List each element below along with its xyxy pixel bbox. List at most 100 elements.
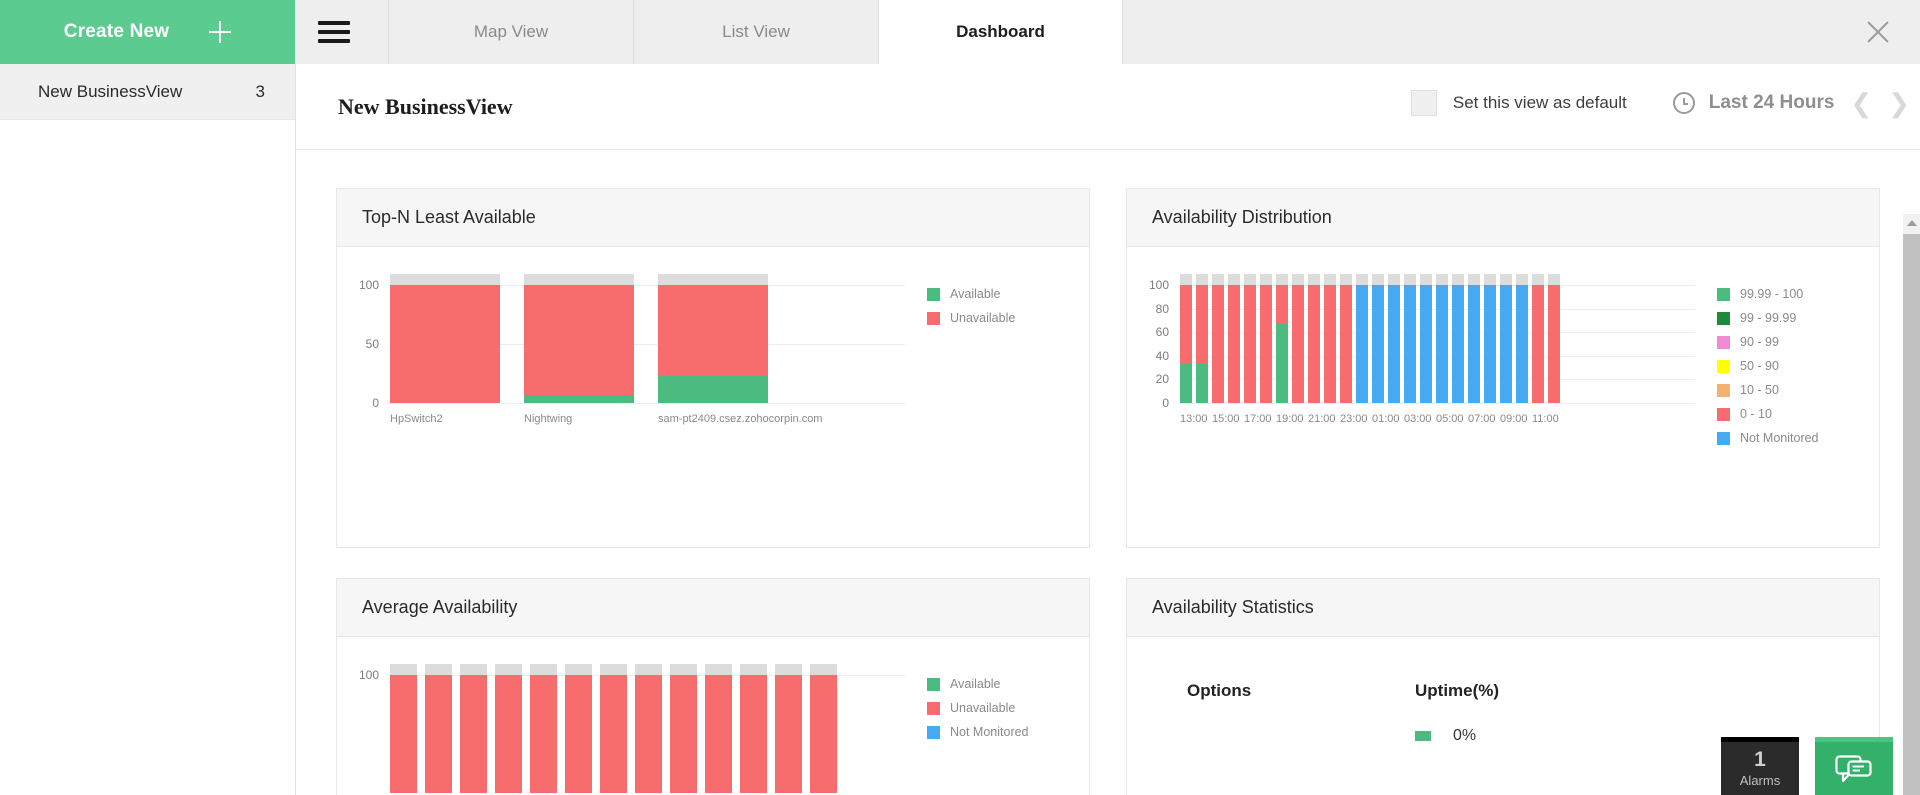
bar-column[interactable] [530, 664, 557, 793]
bar-column[interactable] [1532, 274, 1544, 403]
legend-item[interactable]: Available [927, 287, 1089, 301]
alarms-widget[interactable]: 1 Alarms [1721, 737, 1799, 795]
bar-segment [635, 675, 662, 793]
y-axis: 0 50 100 [337, 278, 389, 410]
bar-column[interactable] [670, 664, 697, 793]
x-label-slot: 11:00 [1532, 409, 1559, 427]
bar-column[interactable] [705, 664, 732, 793]
bar-column[interactable] [635, 664, 662, 793]
bar-column[interactable] [1468, 274, 1480, 403]
hamburger-menu-icon[interactable] [318, 18, 350, 46]
bar-column[interactable] [810, 664, 837, 793]
bar-stack [390, 285, 500, 403]
legend-item[interactable]: Not Monitored [1717, 431, 1879, 445]
bar-segment [565, 675, 592, 793]
bar-cap [495, 664, 522, 675]
bar-column[interactable] [495, 664, 522, 793]
legend-label: Available [950, 287, 1001, 301]
bar-column[interactable] [524, 274, 634, 403]
set-default-checkbox[interactable] [1410, 90, 1437, 116]
bar-column[interactable] [1244, 274, 1256, 403]
bar-column[interactable] [740, 664, 767, 793]
bar-column[interactable] [1212, 274, 1224, 403]
card-body: 100 Available Unavailable Not Monitored [337, 637, 1089, 795]
bar-column[interactable] [1420, 274, 1432, 403]
legend-item[interactable]: 90 - 99 [1717, 335, 1879, 349]
card-top-n-least-available: Top-N Least Available 0 50 100 HpSwitch2 Ni… [336, 188, 1090, 548]
legend-item[interactable]: Not Monitored [927, 725, 1089, 739]
bar-cap [705, 664, 732, 675]
x-label-slot: 03:00 [1404, 409, 1432, 427]
legend-item[interactable]: Unavailable [927, 701, 1089, 715]
bar-stack [1500, 285, 1512, 403]
bar-column[interactable] [1484, 274, 1496, 403]
time-period-selector[interactable]: Last 24 Hours ❮ ❯ [1672, 90, 1910, 116]
scroll-up-arrow-icon[interactable] [1903, 214, 1920, 231]
bar-column[interactable] [1340, 274, 1352, 403]
bar-column[interactable] [1228, 274, 1240, 403]
bar-cap [390, 664, 417, 675]
legend-item[interactable]: 99 - 99.99 [1717, 311, 1879, 325]
bar-stack [390, 675, 417, 793]
bar-column[interactable] [1452, 274, 1464, 403]
bar-column[interactable] [1372, 274, 1384, 403]
legend-label: Not Monitored [950, 725, 1029, 739]
chevron-left-icon[interactable]: ❮ [1850, 90, 1872, 116]
bar-column[interactable] [390, 274, 500, 403]
create-new-label: Create New [63, 21, 170, 42]
bar-column[interactable] [1308, 274, 1320, 403]
bar-cap [524, 274, 634, 285]
bar-column[interactable] [1324, 274, 1336, 403]
bar-column[interactable] [1404, 274, 1416, 403]
bar-column[interactable] [1356, 274, 1368, 403]
legend-item[interactable]: 0 - 10 [1717, 407, 1879, 421]
bar-stack [565, 675, 592, 793]
legend-item[interactable]: Available [927, 677, 1089, 691]
bar-column[interactable] [1516, 274, 1528, 403]
bar-column[interactable] [1388, 274, 1400, 403]
bar-cap [635, 664, 662, 675]
plot-area: 0 50 100 HpSwitch2 Nightwing sam-pt2409.csez… [337, 247, 919, 547]
tab-dashboard[interactable]: Dashboard [878, 0, 1123, 64]
bar-column[interactable] [565, 664, 592, 793]
legend-item[interactable]: 99.99 - 100 [1717, 287, 1879, 301]
bar-column[interactable] [460, 664, 487, 793]
bar-segment [425, 675, 452, 793]
bar-segment [1372, 285, 1384, 403]
tab-map-view[interactable]: Map View [388, 0, 633, 64]
y-axis-tick: 100 [358, 278, 379, 292]
close-icon[interactable] [1864, 18, 1892, 46]
sidebar-item-new-businessview[interactable]: New BusinessView 3 [0, 64, 295, 120]
bar-stack [635, 675, 662, 793]
bar-column[interactable] [425, 664, 452, 793]
create-new-button[interactable]: Create New [0, 0, 295, 64]
bar-segment [775, 675, 802, 793]
bar-segment [1484, 285, 1496, 403]
bar-column[interactable] [1276, 274, 1288, 403]
x-label-slot [1228, 409, 1240, 427]
bar-segment [1436, 285, 1448, 403]
bar-series [1180, 274, 1560, 403]
bar-column[interactable] [658, 274, 768, 403]
bar-column[interactable] [1180, 274, 1192, 403]
bar-column[interactable] [1548, 274, 1560, 403]
bar-column[interactable] [1260, 274, 1272, 403]
bar-column[interactable] [1436, 274, 1448, 403]
tab-list-view[interactable]: List View [633, 0, 878, 64]
bar-cap [1196, 274, 1208, 285]
bar-column[interactable] [1196, 274, 1208, 403]
bar-column[interactable] [1500, 274, 1512, 403]
bar-stack [1420, 285, 1432, 403]
bar-stack [1196, 285, 1208, 403]
chat-widget-button[interactable] [1815, 737, 1893, 795]
legend-item[interactable]: Unavailable [927, 311, 1089, 325]
legend-item[interactable]: 50 - 90 [1717, 359, 1879, 373]
chevron-right-icon[interactable]: ❯ [1888, 90, 1910, 116]
vertical-scrollbar[interactable] [1903, 214, 1920, 795]
bar-column[interactable] [775, 664, 802, 793]
bar-column[interactable] [600, 664, 627, 793]
legend-item[interactable]: 10 - 50 [1717, 383, 1879, 397]
bar-column[interactable] [390, 664, 417, 793]
bar-column[interactable] [1292, 274, 1304, 403]
scrollbar-thumb[interactable] [1903, 234, 1920, 795]
